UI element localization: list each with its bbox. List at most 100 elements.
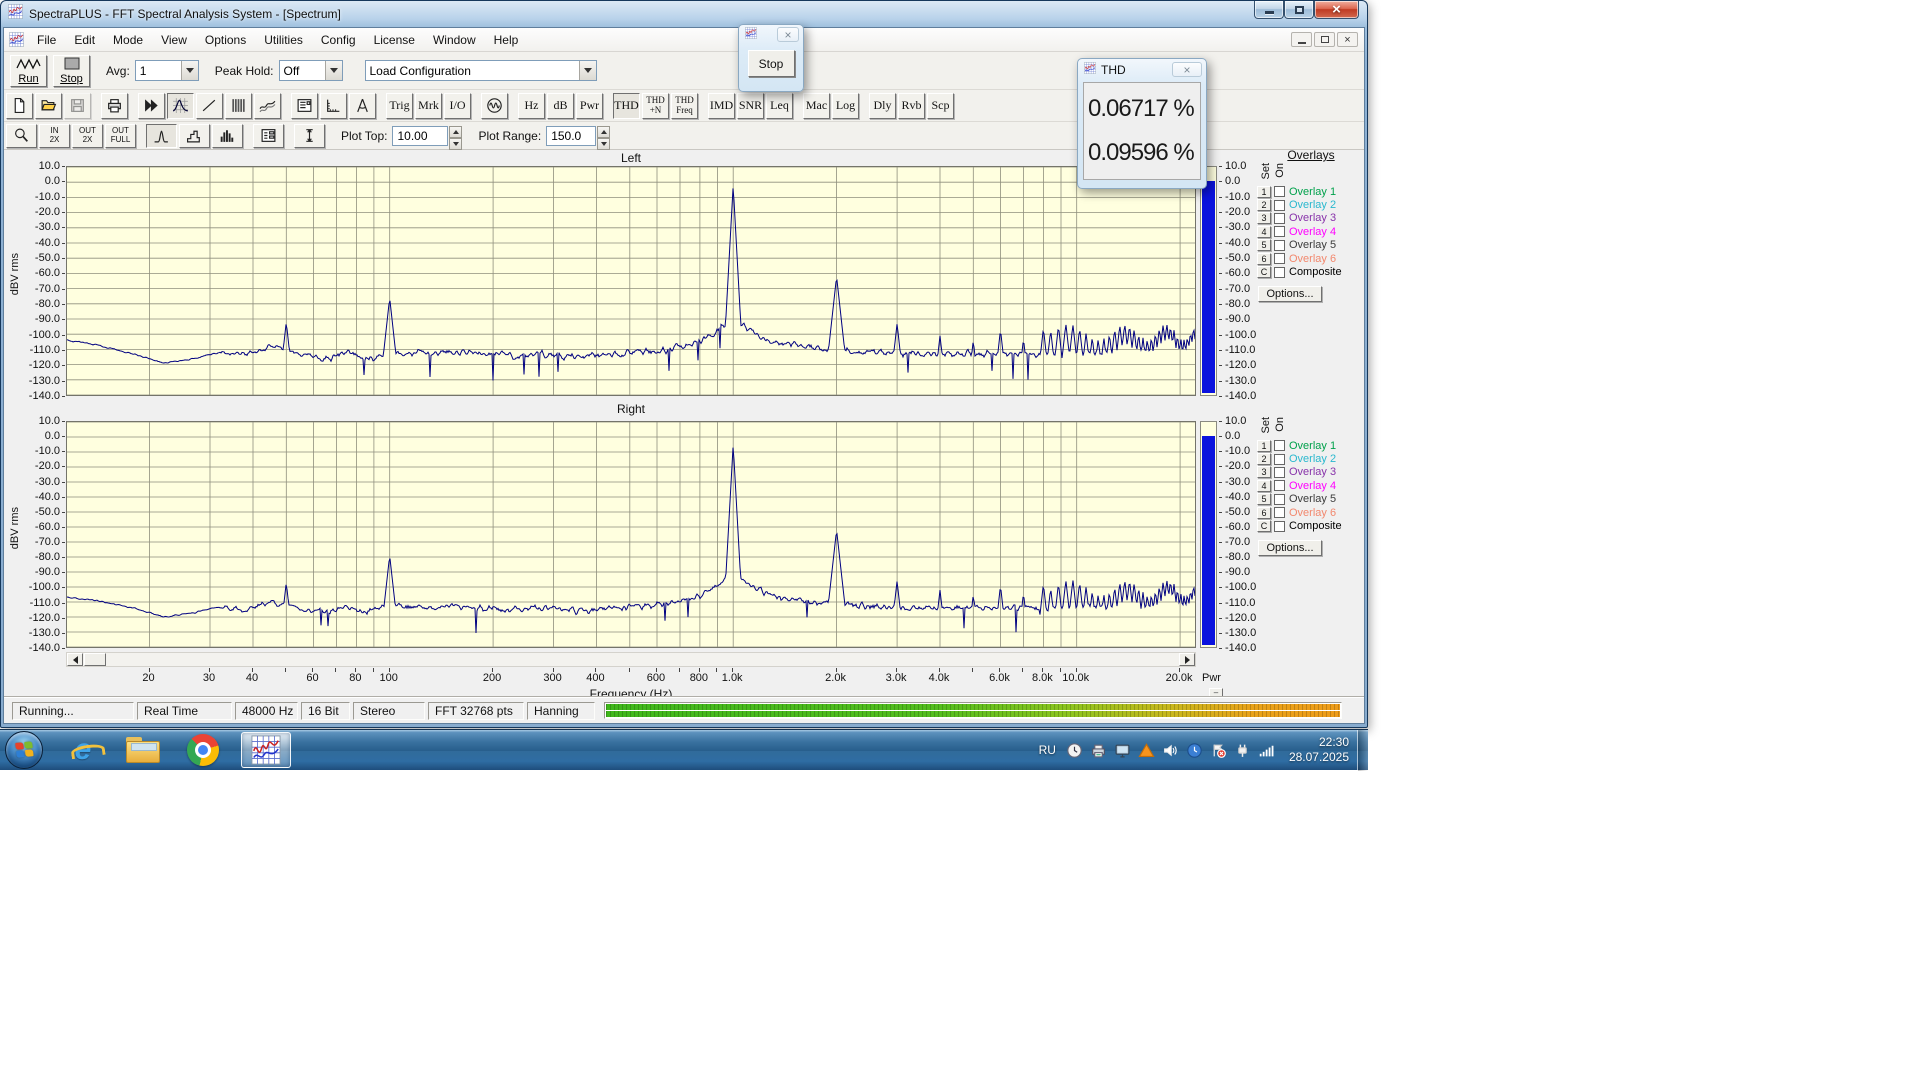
plot-top-spinner[interactable] bbox=[449, 125, 463, 150]
display-settings[interactable] bbox=[291, 92, 318, 119]
io-device[interactable]: I/O bbox=[444, 92, 471, 119]
fast-forward[interactable] bbox=[138, 92, 165, 119]
overlay-set-button-c[interactable]: C bbox=[1257, 520, 1271, 533]
minimize-button[interactable] bbox=[1254, 1, 1284, 19]
markers[interactable]: Mrk bbox=[415, 92, 442, 119]
save-file[interactable] bbox=[64, 92, 91, 119]
thd-window-close-button[interactable]: × bbox=[1172, 62, 1202, 77]
overlay-set-button-5[interactable]: 5 bbox=[1257, 239, 1271, 252]
plot-options[interactable] bbox=[253, 123, 284, 148]
run-button[interactable]: Run bbox=[10, 54, 47, 87]
overlay-on-checkbox-c[interactable] bbox=[1274, 266, 1285, 278]
zoom[interactable] bbox=[6, 123, 37, 148]
zoom-out-full[interactable]: OUT FULL bbox=[105, 123, 136, 148]
overlay-set-button-5[interactable]: 5 bbox=[1257, 493, 1271, 506]
trigger[interactable]: Trig bbox=[386, 92, 413, 119]
show-desktop-button[interactable] bbox=[1357, 729, 1368, 771]
menu-window[interactable]: Window bbox=[424, 28, 485, 51]
overlay-set-button-6[interactable]: 6 bbox=[1257, 252, 1271, 265]
overlays-options-button-left[interactable]: Options... bbox=[1258, 285, 1322, 302]
tray-update-icon[interactable] bbox=[1186, 742, 1203, 759]
menu-file[interactable]: File bbox=[28, 28, 65, 51]
snr[interactable]: SNR bbox=[737, 92, 764, 119]
spectrum-view[interactable] bbox=[167, 92, 194, 119]
overlay-on-checkbox-3[interactable] bbox=[1274, 466, 1285, 478]
scrollbar-left-arrow[interactable] bbox=[67, 653, 83, 666]
zoom-in-2x[interactable]: IN 2X bbox=[39, 123, 70, 148]
plot-top-input[interactable]: 10.00 bbox=[392, 125, 449, 146]
load-configuration-dropdown-arrow[interactable] bbox=[578, 61, 596, 80]
overlay-on-checkbox-2[interactable] bbox=[1274, 453, 1285, 465]
menu-mode[interactable]: Mode bbox=[104, 28, 152, 51]
overlay-on-checkbox-1[interactable] bbox=[1274, 440, 1285, 452]
menu-help[interactable]: Help bbox=[485, 28, 528, 51]
overlay-on-checkbox-4[interactable] bbox=[1274, 226, 1285, 238]
leq[interactable]: Leq bbox=[766, 92, 793, 119]
thd-plus-n[interactable]: THD +N bbox=[642, 92, 669, 119]
signal-generator[interactable] bbox=[481, 92, 508, 119]
thd-freq[interactable]: THD Freq bbox=[671, 92, 698, 119]
menu-license[interactable]: License bbox=[365, 28, 424, 51]
scrollbar-thumb[interactable] bbox=[84, 653, 106, 666]
overlay-set-button-2[interactable]: 2 bbox=[1257, 199, 1271, 212]
zoom-out-2x[interactable]: OUT 2X bbox=[72, 123, 103, 148]
tray-network-icon[interactable] bbox=[1258, 742, 1275, 759]
delay[interactable]: Dly bbox=[869, 92, 896, 119]
overlay-on-checkbox-1[interactable] bbox=[1274, 186, 1285, 198]
macro[interactable]: Mac bbox=[803, 92, 830, 119]
tray-timer-icon[interactable] bbox=[1066, 742, 1083, 759]
imd[interactable]: IMD bbox=[708, 92, 735, 119]
overlay-on-checkbox-5[interactable] bbox=[1274, 493, 1285, 505]
auto-scale[interactable] bbox=[294, 123, 325, 148]
stop-recording-button[interactable]: Stop bbox=[747, 50, 795, 77]
peak-display[interactable] bbox=[146, 123, 177, 148]
overlays-options-button-right[interactable]: Options... bbox=[1258, 539, 1322, 556]
calipers[interactable] bbox=[349, 92, 376, 119]
plot-range-spinner[interactable] bbox=[597, 125, 611, 150]
power-units[interactable]: Pwr bbox=[576, 92, 603, 119]
new-file[interactable] bbox=[6, 92, 33, 119]
plot-range-input[interactable]: 150.0 bbox=[546, 125, 597, 146]
overlay-on-checkbox-4[interactable] bbox=[1274, 480, 1285, 492]
reverb[interactable]: Rvb bbox=[898, 92, 925, 119]
peak-hold-select[interactable]: Off bbox=[278, 60, 343, 81]
scrollbar-right-arrow[interactable] bbox=[1179, 653, 1195, 666]
overlay-on-checkbox-6[interactable] bbox=[1274, 253, 1285, 265]
stop-mini-window-titlebar[interactable]: × bbox=[739, 25, 803, 44]
avg-dropdown-arrow[interactable] bbox=[180, 61, 198, 80]
title-bar[interactable]: SpectraPLUS - FFT Spectral Analysis Syst… bbox=[1, 1, 1367, 27]
overlay-set-button-3[interactable]: 3 bbox=[1257, 466, 1271, 479]
thd[interactable]: THD bbox=[613, 92, 640, 119]
logging[interactable]: Log bbox=[832, 92, 859, 119]
tray-display-icon[interactable] bbox=[1114, 742, 1131, 759]
overlay-set-button-4[interactable]: 4 bbox=[1257, 479, 1271, 492]
print[interactable] bbox=[101, 92, 128, 119]
overlay-on-checkbox-c[interactable] bbox=[1274, 520, 1285, 532]
tray-action-center-icon[interactable] bbox=[1210, 742, 1227, 759]
open-file[interactable] bbox=[35, 92, 62, 119]
overlay-set-button-c[interactable]: C bbox=[1257, 266, 1271, 279]
taskbar-explorer-button[interactable] bbox=[123, 731, 163, 769]
overlay-on-checkbox-6[interactable] bbox=[1274, 507, 1285, 519]
menu-view[interactable]: View bbox=[152, 28, 196, 51]
menu-config[interactable]: Config bbox=[312, 28, 365, 51]
tray-clock[interactable]: 22:30 28.07.2025 bbox=[1289, 735, 1349, 765]
thd-window-titlebar[interactable]: THD × bbox=[1078, 59, 1206, 80]
spectrum-plot-left[interactable] bbox=[66, 166, 1196, 396]
ruler[interactable] bbox=[320, 92, 347, 119]
step-display[interactable] bbox=[179, 123, 210, 148]
db-units[interactable]: dB bbox=[547, 92, 574, 119]
overlay-on-checkbox-2[interactable] bbox=[1274, 199, 1285, 211]
stop-button[interactable]: Stop bbox=[53, 54, 90, 87]
stop-window-close-button[interactable]: × bbox=[777, 27, 799, 42]
tray-printer-icon[interactable] bbox=[1090, 742, 1107, 759]
overlay-set-button-3[interactable]: 3 bbox=[1257, 212, 1271, 225]
scope[interactable]: Scp bbox=[927, 92, 954, 119]
peak-hold-dropdown-arrow[interactable] bbox=[324, 61, 342, 80]
start-button[interactable] bbox=[5, 731, 43, 769]
maximize-button[interactable] bbox=[1284, 1, 1314, 19]
overlay-on-checkbox-5[interactable] bbox=[1274, 239, 1285, 251]
overlay-set-button-2[interactable]: 2 bbox=[1257, 453, 1271, 466]
overlay-set-button-6[interactable]: 6 bbox=[1257, 506, 1271, 519]
child-close-button[interactable]: × bbox=[1337, 32, 1358, 47]
